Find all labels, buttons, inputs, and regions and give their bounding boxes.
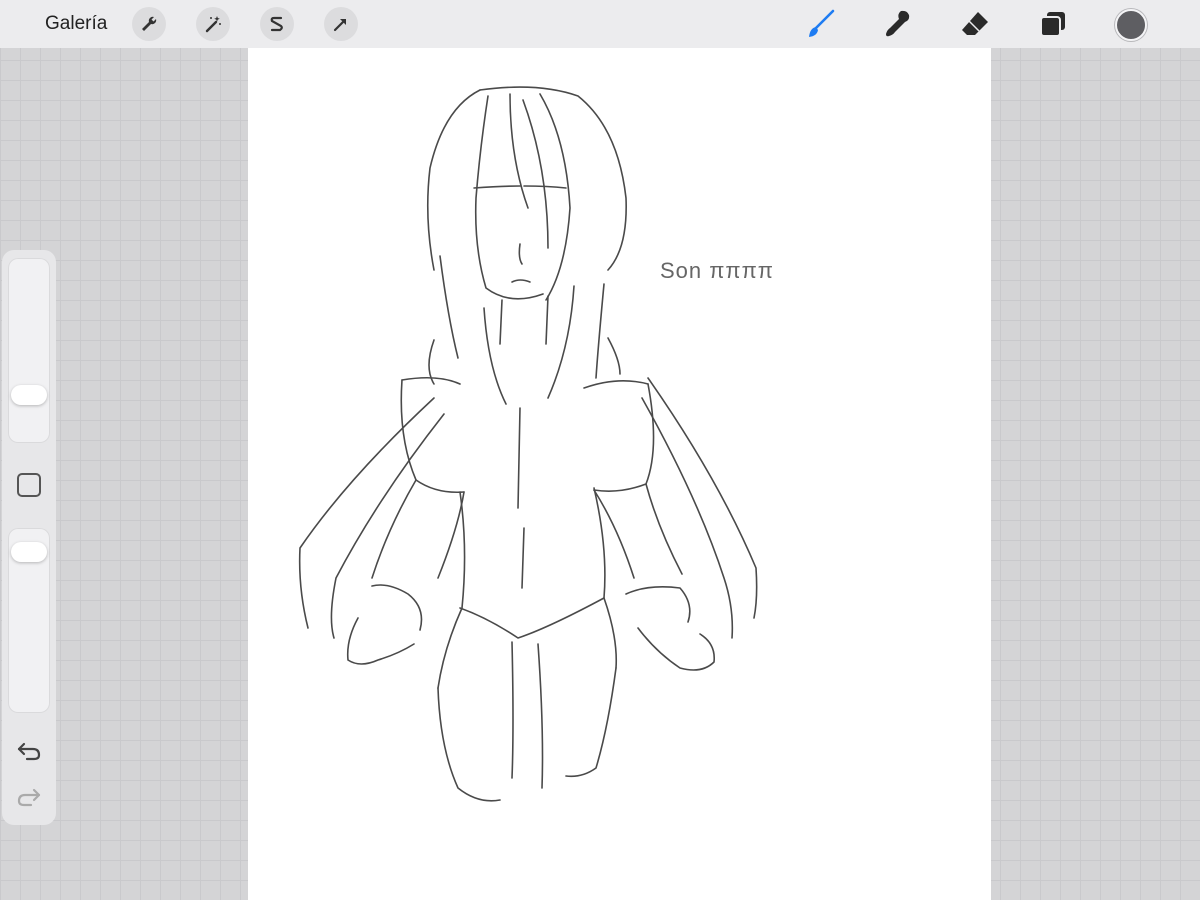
magic-wand-icon [205,16,221,33]
undo-icon [17,742,41,761]
drawing-canvas[interactable]: Son ππππ [248,48,991,900]
wrench-icon [142,16,157,31]
sketch-annotation: Son ππππ [660,258,774,283]
opacity-thumb[interactable] [11,542,47,563]
smudge-tool-button[interactable] [879,6,915,42]
redo-icon [17,788,41,807]
modify-button[interactable] [17,473,41,497]
selection-s-icon [270,16,283,32]
redo-button[interactable] [15,782,43,810]
gallery-button[interactable]: Galería [45,12,107,36]
layers-icon [1040,12,1065,37]
sketch-drawing: Son ππππ [298,86,774,802]
opacity-slider[interactable] [8,528,50,713]
arrow-transform-icon [333,19,346,32]
brush-tool-button[interactable] [802,6,838,42]
eraser-tool-button[interactable] [957,6,993,42]
brush-size-thumb[interactable] [11,385,47,406]
brush-icon [809,9,835,37]
transform-button[interactable] [324,7,358,41]
smudge-icon [886,10,910,37]
selection-button[interactable] [260,7,294,41]
actions-button[interactable] [132,7,166,41]
brush-size-slider[interactable] [8,258,50,443]
layers-button[interactable] [1035,6,1071,42]
eraser-icon [962,12,988,35]
undo-button[interactable] [15,736,43,764]
color-picker-button[interactable] [1115,9,1147,41]
side-toolbar [2,250,56,825]
adjustments-button[interactable] [196,7,230,41]
top-toolbar: Galería [0,0,1200,48]
